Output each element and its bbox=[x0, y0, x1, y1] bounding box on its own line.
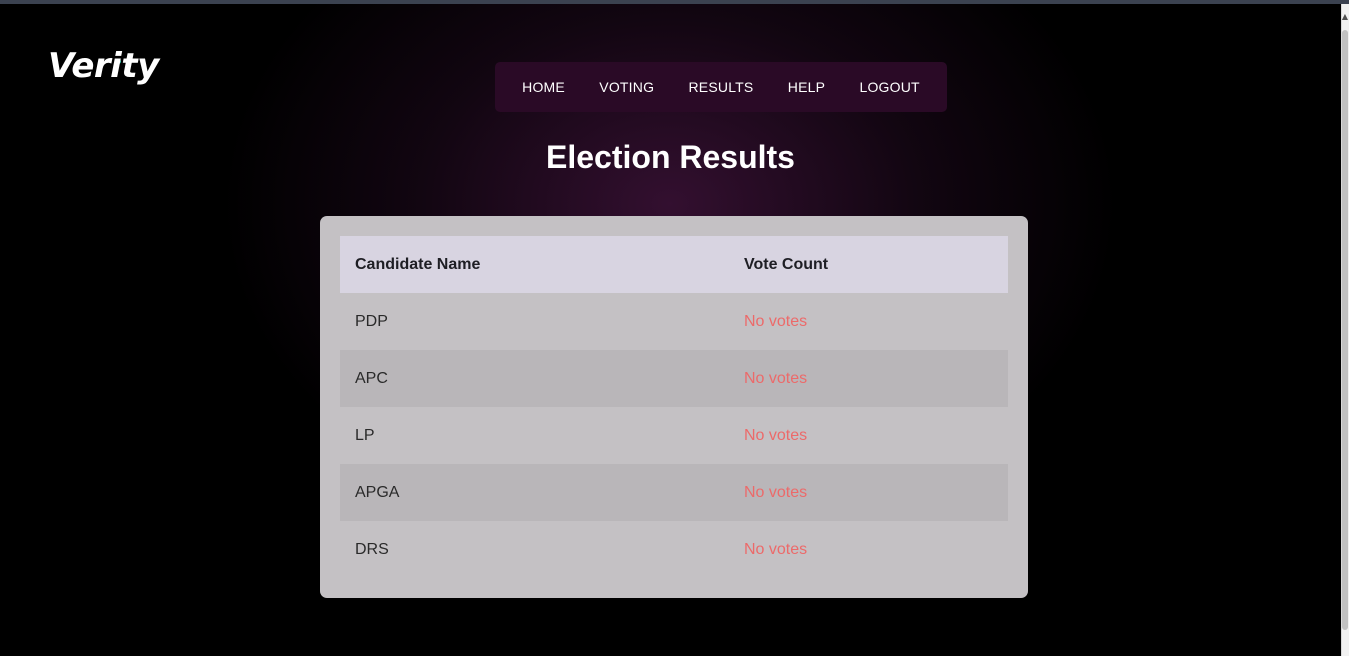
results-table: Candidate Name Vote Count PDP No votes A… bbox=[340, 236, 1008, 578]
brand-name: Verity bbox=[48, 46, 159, 86]
candidate-name: PDP bbox=[355, 312, 388, 330]
column-header-candidate: Candidate Name bbox=[340, 236, 729, 293]
table-row: APC No votes bbox=[340, 350, 1008, 407]
page-title: Election Results bbox=[546, 139, 795, 175]
page-background: Verity HOME VOTING RESULTS HELP LOGOUT E… bbox=[0, 4, 1341, 656]
table-row: LP No votes bbox=[340, 407, 1008, 464]
nav-home-link[interactable]: HOME bbox=[522, 79, 565, 95]
table-row: PDP No votes bbox=[340, 293, 1008, 350]
table-row: DRS No votes bbox=[340, 521, 1008, 578]
candidate-name: APGA bbox=[340, 464, 729, 521]
main-nav: HOME VOTING RESULTS HELP LOGOUT bbox=[495, 62, 947, 112]
results-card: Candidate Name Vote Count PDP No votes A… bbox=[320, 216, 1028, 598]
vote-count: No votes bbox=[729, 350, 1008, 407]
vertical-scrollbar[interactable]: ▲ bbox=[1341, 4, 1349, 656]
brand-logo[interactable]: Verity bbox=[48, 40, 159, 92]
column-header-vote-count: Vote Count bbox=[729, 236, 1008, 293]
scrollbar-thumb[interactable] bbox=[1342, 30, 1348, 630]
scroll-up-arrow-icon[interactable]: ▲ bbox=[1341, 12, 1349, 22]
table-header-row: Candidate Name Vote Count bbox=[340, 236, 1008, 293]
vote-count: No votes bbox=[744, 426, 808, 444]
table-row: APGA No votes bbox=[340, 464, 1008, 521]
nav-logout-link[interactable]: LOGOUT bbox=[859, 79, 919, 95]
vote-count: No votes bbox=[729, 464, 1008, 521]
nav-voting-link[interactable]: VOTING bbox=[599, 79, 654, 95]
candidate-name: LP bbox=[355, 426, 375, 444]
nav-help-link[interactable]: HELP bbox=[788, 79, 825, 95]
candidate-name: DRS bbox=[355, 540, 389, 558]
vote-count: No votes bbox=[744, 540, 808, 558]
candidate-name: APC bbox=[340, 350, 729, 407]
nav-results-link[interactable]: RESULTS bbox=[689, 79, 754, 95]
vote-count: No votes bbox=[744, 312, 808, 330]
